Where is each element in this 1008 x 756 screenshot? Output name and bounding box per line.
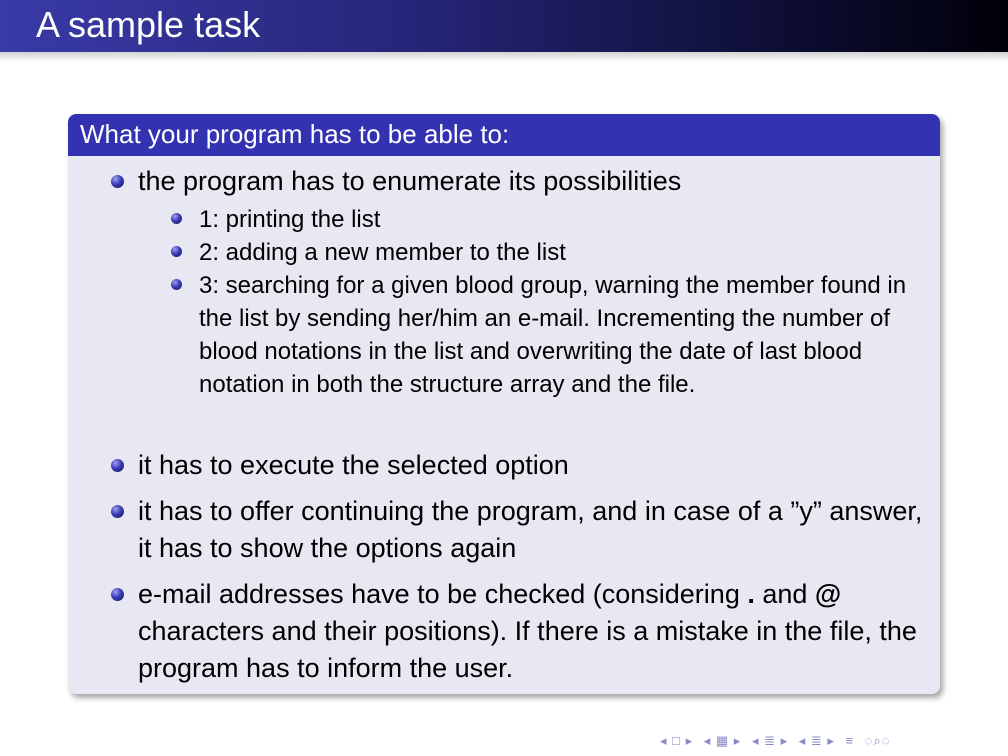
item-text: it has to execute the selected option bbox=[138, 450, 569, 480]
subitem-text: 1: printing the list bbox=[199, 206, 381, 233]
sub-list-item: 1: printing the list bbox=[171, 203, 929, 236]
page-title: A sample task bbox=[36, 4, 261, 45]
item-text: it has to offer continuing the program, … bbox=[138, 496, 923, 563]
item-text: e-mail addresses have to be checked (con… bbox=[138, 579, 917, 683]
bullet-icon bbox=[111, 459, 124, 472]
at-char: @ bbox=[814, 579, 842, 609]
next-subsection-icon[interactable]: ◂ ≣ ▸ bbox=[799, 733, 835, 749]
prev-section-icon[interactable]: ◂ ▦ ▸ bbox=[704, 733, 742, 749]
first-frame-icon[interactable]: ◂ □ ▸ bbox=[660, 733, 693, 749]
bullet-icon bbox=[171, 246, 182, 257]
bullet-icon bbox=[171, 213, 182, 224]
title-bar: A sample task bbox=[0, 0, 1008, 52]
sub-list-item: 3: searching for a given blood group, wa… bbox=[171, 269, 929, 401]
list-item: the program has to enumerate its possibi… bbox=[111, 163, 928, 200]
list-item: it has to execute the selected option bbox=[111, 447, 928, 484]
content-block: What your program has to be able to: the… bbox=[68, 114, 940, 694]
list-item: e-mail addresses have to be checked (con… bbox=[111, 576, 928, 687]
bullet-icon bbox=[111, 588, 124, 601]
bullet-icon bbox=[111, 505, 124, 518]
beamer-navigation: ◂ □ ▸ ◂ ▦ ▸ ◂ ≣ ▸ ◂ ≣ ▸ ≡ ◌⌕◌ bbox=[660, 733, 990, 749]
sub-list-item: 2: adding a new member to the list bbox=[171, 236, 929, 269]
item-text: the program has to enumerate its possibi… bbox=[138, 166, 682, 196]
list-item: it has to offer continuing the program, … bbox=[111, 493, 928, 567]
align-icon[interactable]: ≡ bbox=[846, 733, 855, 748]
bullet-icon bbox=[111, 175, 124, 188]
title-shadow bbox=[0, 52, 1008, 62]
bullet-icon bbox=[171, 279, 182, 290]
subitem-text: 3: searching for a given blood group, wa… bbox=[199, 272, 907, 398]
block-title: What your program has to be able to: bbox=[68, 114, 940, 156]
dot-char: . bbox=[747, 579, 755, 609]
subitem-text: 2: adding a new member to the list bbox=[199, 239, 566, 266]
prev-subsection-icon[interactable]: ◂ ≣ ▸ bbox=[752, 733, 788, 749]
search-icon[interactable]: ◌⌕◌ bbox=[865, 733, 891, 749]
